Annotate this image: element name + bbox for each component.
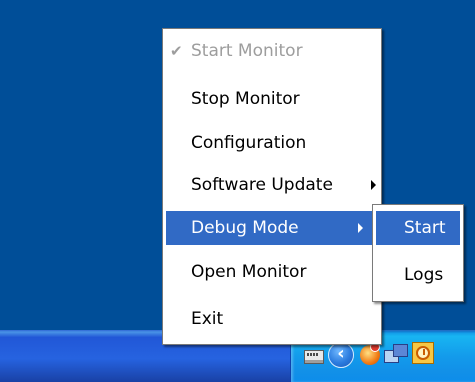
menu-item-label: Start	[404, 218, 446, 238]
show-hidden-icons-icon[interactable]: ‹	[328, 342, 354, 368]
menu-item-stop-monitor[interactable]: Stop Monitor	[166, 82, 376, 116]
network-screen-front	[393, 344, 408, 357]
menu-item-debug-mode[interactable]: Debug Mode	[166, 211, 376, 245]
clock-icon[interactable]	[412, 342, 434, 364]
menu-item-label: Stop Monitor	[191, 89, 300, 109]
network-icon[interactable]	[384, 344, 408, 366]
submenu-arrow-icon	[358, 223, 363, 233]
debug-mode-submenu: Start Logs	[372, 204, 464, 302]
keyboard-icon[interactable]	[304, 350, 324, 364]
menu-item-label: Software Update	[191, 175, 333, 195]
menu-item-configuration[interactable]: Configuration	[166, 126, 376, 160]
menu-item-label: Debug Mode	[191, 218, 299, 238]
menu-item-exit[interactable]: Exit	[166, 302, 376, 336]
menu-item-start-monitor[interactable]: ✔ Start Monitor	[166, 34, 376, 68]
security-alert-icon[interactable]	[360, 342, 380, 365]
submenu-item-start[interactable]: Start	[376, 211, 460, 245]
menu-item-label: Start Monitor	[191, 41, 303, 61]
menu-item-software-update[interactable]: Software Update	[166, 168, 376, 202]
menu-item-open-monitor[interactable]: Open Monitor	[166, 255, 376, 289]
menu-item-label: Exit	[191, 309, 224, 329]
menu-item-label: Configuration	[191, 133, 307, 153]
submenu-arrow-icon	[371, 180, 376, 190]
menu-item-label: Logs	[404, 265, 444, 285]
tray-context-menu: ✔ Start Monitor Stop Monitor Configurati…	[162, 28, 382, 345]
submenu-item-logs[interactable]: Logs	[376, 258, 460, 292]
menu-item-label: Open Monitor	[191, 262, 307, 282]
check-icon: ✔	[170, 42, 183, 60]
